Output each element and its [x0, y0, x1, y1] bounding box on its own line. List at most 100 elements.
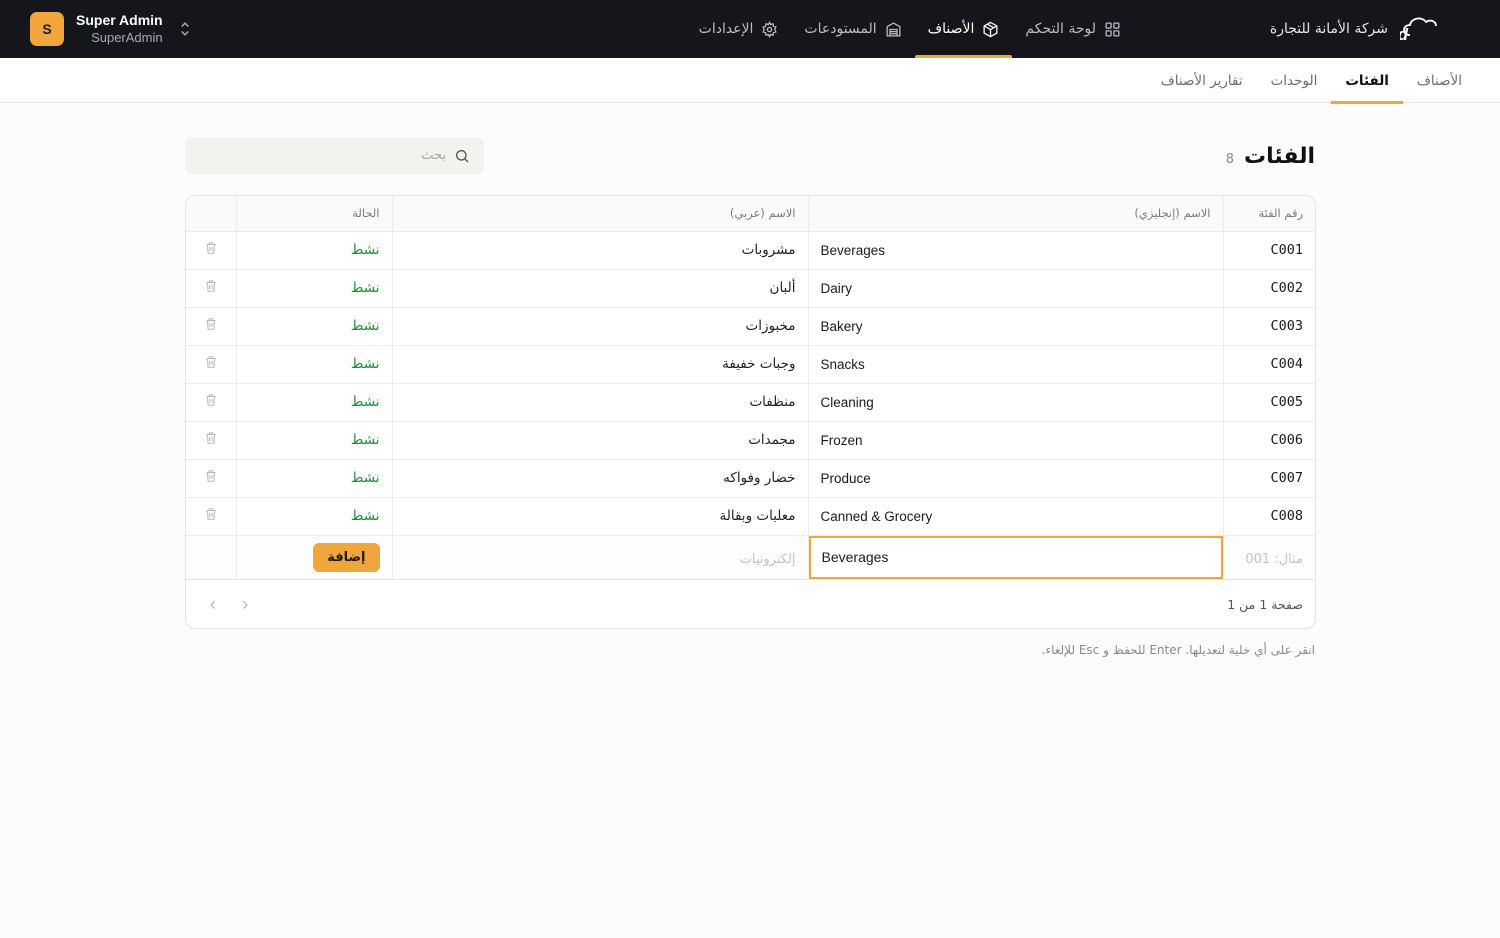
chevron-up-down-icon[interactable] — [175, 19, 195, 39]
user-menu[interactable]: S Super Admin SuperAdmin — [30, 10, 199, 48]
cell-code[interactable]: C007 — [1222, 459, 1315, 498]
cell-name-ar[interactable]: مجمدات — [391, 421, 808, 460]
table-row: C003 Bakery مخبوزات نشط — [186, 307, 1315, 346]
box-icon — [983, 21, 998, 37]
cell-name-en[interactable]: Cleaning — [807, 383, 1223, 422]
cell-code[interactable]: C002 — [1222, 269, 1315, 308]
cell-name-en[interactable]: Snacks — [807, 345, 1223, 384]
nav-item-items[interactable]: الأصناف — [914, 0, 1013, 58]
logo-text: EMTCloud — [1400, 25, 1409, 44]
column-header-name-ar[interactable]: الاسم (عربي) — [391, 196, 808, 232]
cell-name-ar[interactable]: منظفات — [391, 383, 808, 422]
delete-cell — [186, 269, 236, 308]
cell-name-en[interactable]: Dairy — [807, 269, 1223, 308]
nav-item-label: لوحة التحكم — [1025, 21, 1096, 37]
add-button[interactable]: إضافة — [313, 542, 380, 572]
search-input[interactable] — [199, 148, 446, 163]
user-info: Super Admin SuperAdmin — [76, 11, 163, 47]
table-row: C001 Beverages مشروبات نشط — [186, 231, 1315, 270]
column-header-code[interactable]: رقم الفئة — [1222, 196, 1315, 232]
delete-cell — [186, 231, 236, 270]
trash-icon[interactable] — [204, 241, 218, 255]
delete-cell — [186, 345, 236, 384]
search-icon — [456, 149, 469, 162]
cell-code[interactable]: C006 — [1222, 421, 1315, 460]
cell-name-ar[interactable]: مخبوزات — [391, 307, 808, 346]
trash-icon[interactable] — [204, 279, 218, 293]
table-header-row: رقم الفئة الاسم (إنجليزي) الاسم (عربي) ا… — [186, 196, 1315, 232]
cell-status[interactable]: نشط — [235, 231, 392, 270]
delete-cell — [186, 459, 236, 498]
user-name: Super Admin — [76, 12, 163, 28]
pagination — [204, 596, 254, 614]
table-row: C008 Canned & Grocery معلبات وبقالة نشط — [186, 497, 1315, 536]
nav-item-label: الإعدادات — [698, 21, 754, 37]
table-row: C004 Snacks وجبات خفيفة نشط — [186, 345, 1315, 384]
warehouse-icon — [886, 21, 901, 37]
cell-name-en[interactable]: Produce — [807, 459, 1223, 498]
tab-items[interactable]: الأصناف — [1403, 58, 1476, 103]
nav-item-label: المستودعات — [804, 21, 877, 37]
tab-units[interactable]: الوحدات — [1257, 58, 1332, 103]
cell-code[interactable]: C003 — [1222, 307, 1315, 346]
delete-cell — [186, 497, 236, 536]
nav-item-settings[interactable]: الإعدادات — [686, 0, 792, 58]
cell-status[interactable]: نشط — [235, 269, 392, 308]
nav-item-dashboard[interactable]: لوحة التحكم — [1012, 0, 1134, 58]
cell-name-en[interactable]: Bakery — [807, 307, 1223, 346]
cell-code[interactable]: C005 — [1222, 383, 1315, 422]
trash-icon[interactable] — [204, 355, 218, 369]
user-role: SuperAdmin — [91, 30, 163, 45]
gear-icon — [762, 20, 778, 38]
trash-icon[interactable] — [204, 317, 218, 331]
cell-status[interactable]: نشط — [235, 421, 392, 460]
cell-name-ar[interactable]: ألبان — [391, 269, 808, 308]
main-nav: لوحة التحكم الأصناف المستودعات الإعدادات — [686, 0, 1134, 58]
chevron-left-icon — [210, 600, 215, 609]
grid-icon — [1105, 21, 1120, 37]
new-name-en-input[interactable] — [809, 535, 1223, 578]
cell-name-ar[interactable]: مشروبات — [391, 231, 808, 270]
cell-status[interactable]: نشط — [235, 383, 392, 422]
trash-icon[interactable] — [204, 469, 218, 483]
categories-table-card: رقم الفئة الاسم (إنجليزي) الاسم (عربي) ا… — [185, 195, 1316, 629]
column-header-status[interactable]: الحالة — [235, 196, 392, 232]
category-count: 8 — [1225, 151, 1235, 167]
new-code-cell — [1222, 535, 1315, 580]
cell-name-en[interactable]: Canned & Grocery — [807, 497, 1223, 536]
brand[interactable]: EMTCloud شركة الأمانة للتجارة — [1270, 12, 1474, 46]
cell-status[interactable]: نشط — [235, 497, 392, 536]
table-row: C006 Frozen مجمدات نشط — [186, 421, 1315, 460]
delete-cell — [186, 307, 236, 346]
top-navbar: EMTCloud شركة الأمانة للتجارة لوحة التحك… — [0, 0, 1500, 58]
cell-name-ar[interactable]: معلبات وبقالة — [391, 497, 808, 536]
table-row: C002 Dairy ألبان نشط — [186, 269, 1315, 308]
cell-name-ar[interactable]: وجبات خفيفة — [391, 345, 808, 384]
cell-name-ar[interactable]: خضار وفواكه — [391, 459, 808, 498]
sub-tabs-bar: الأصناف الفئات الوحدات تقارير الأصناف — [0, 58, 1500, 104]
tab-categories[interactable]: الفئات — [1331, 58, 1403, 104]
cell-name-en[interactable]: Frozen — [807, 421, 1223, 460]
cell-status[interactable]: نشط — [235, 307, 392, 346]
cell-name-en[interactable]: Beverages — [807, 231, 1223, 270]
cell-code[interactable]: C001 — [1222, 231, 1315, 270]
company-name: شركة الأمانة للتجارة — [1269, 21, 1388, 37]
new-name-ar-input[interactable] — [404, 551, 796, 567]
trash-icon[interactable] — [204, 507, 218, 521]
cell-code[interactable]: C004 — [1222, 345, 1315, 384]
next-page-button[interactable] — [236, 596, 254, 614]
new-empty-cell — [186, 535, 236, 580]
edit-hint: انقر على أي خلية لتعديلها. Enter للحفظ و… — [1041, 643, 1315, 657]
cell-status[interactable]: نشط — [235, 345, 392, 384]
new-name-ar-cell — [391, 535, 808, 580]
cell-status[interactable]: نشط — [235, 459, 392, 498]
tab-item-reports[interactable]: تقارير الأصناف — [1147, 58, 1257, 103]
page-title: الفئات — [1244, 143, 1315, 169]
column-header-name-en[interactable]: الاسم (إنجليزي) — [807, 196, 1223, 232]
nav-item-warehouses[interactable]: المستودعات — [791, 0, 914, 58]
trash-icon[interactable] — [204, 393, 218, 407]
cell-code[interactable]: C008 — [1222, 497, 1315, 536]
prev-page-button[interactable] — [204, 596, 222, 614]
trash-icon[interactable] — [204, 431, 218, 445]
new-code-input[interactable] — [1235, 551, 1303, 567]
